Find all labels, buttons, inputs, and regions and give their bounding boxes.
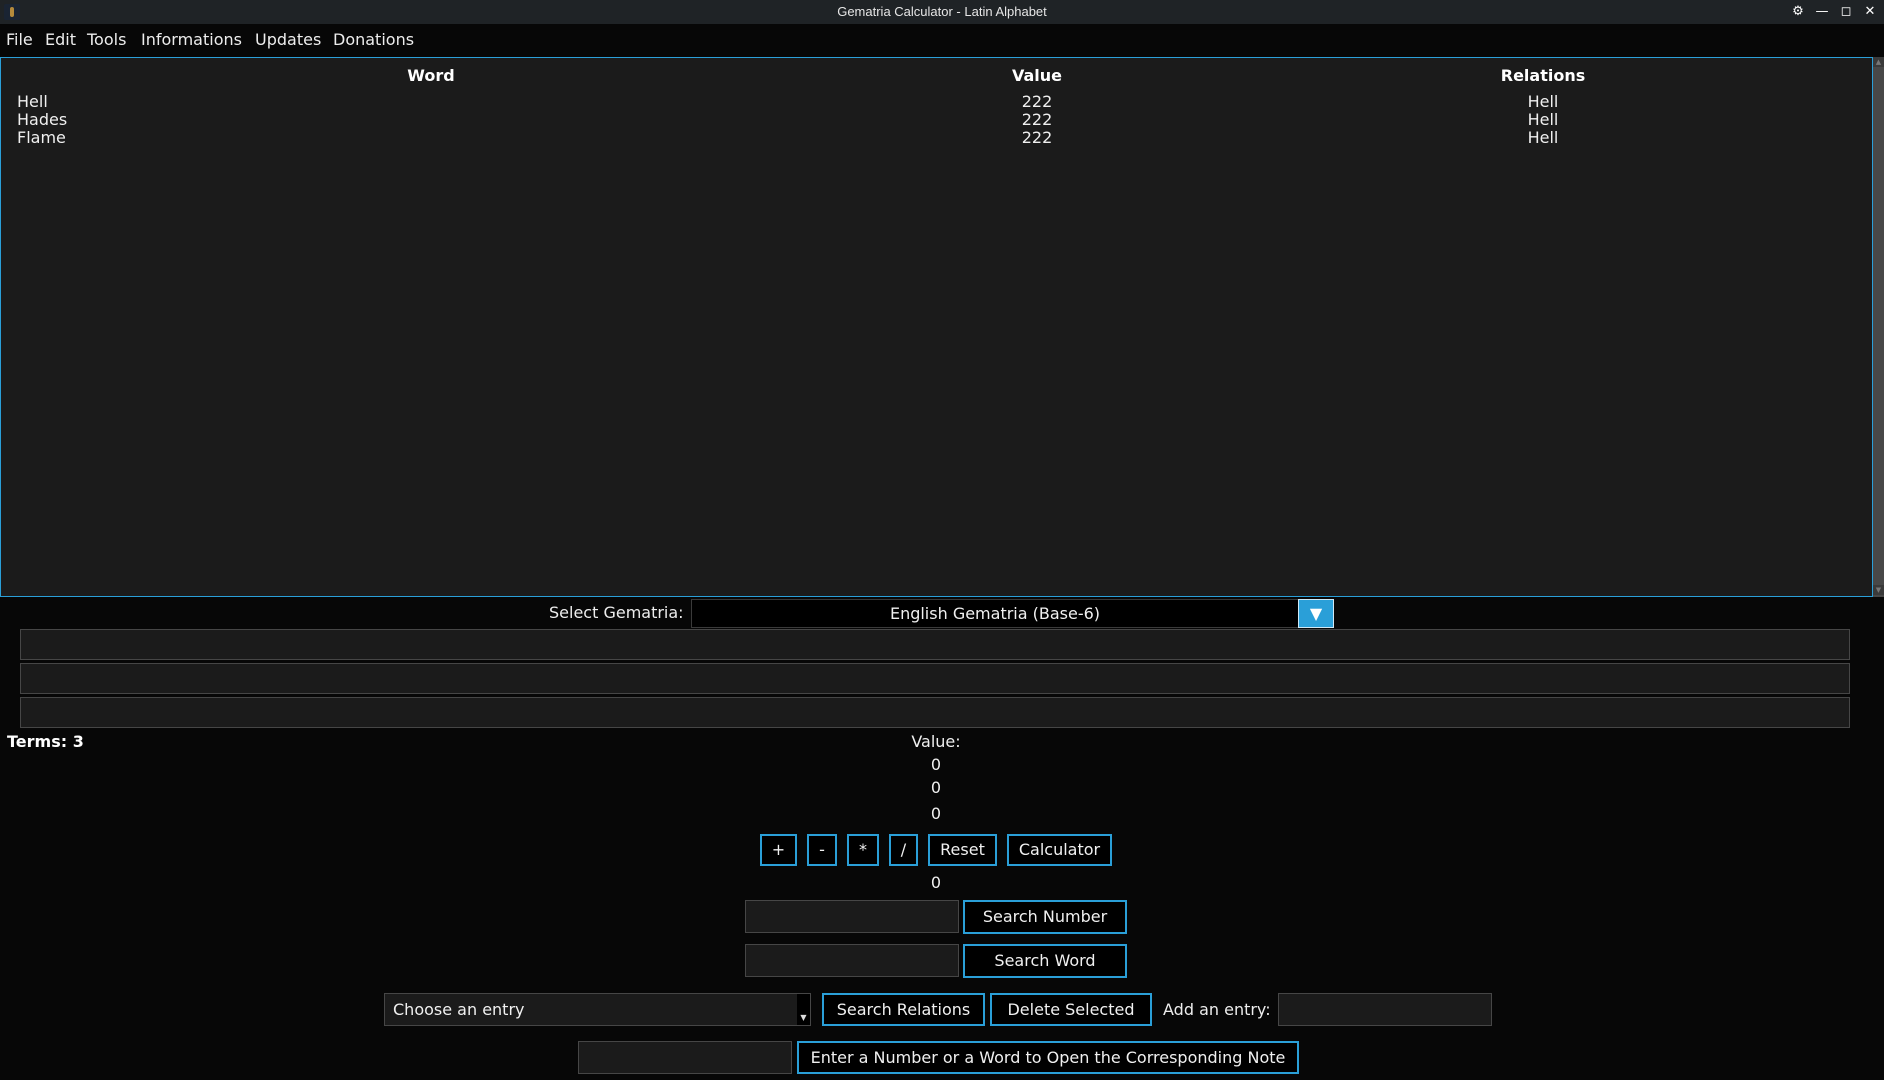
- dropdown-arrow-icon[interactable]: ▼: [1298, 599, 1334, 628]
- search-relations-button[interactable]: Search Relations: [822, 993, 985, 1026]
- result-value: 0: [930, 873, 942, 892]
- divide-button[interactable]: /: [889, 834, 918, 866]
- cell-value: 222: [1021, 110, 1053, 129]
- results-table[interactable]: Word Value Relations Hell 222 Hell Hades…: [0, 57, 1873, 597]
- table-scrollbar[interactable]: [1873, 57, 1884, 597]
- value-label: Value:: [911, 732, 961, 751]
- cell-word: Hell: [17, 92, 48, 111]
- term-input-3[interactable]: [20, 697, 1850, 728]
- term-input-1[interactable]: [20, 629, 1850, 660]
- menu-tools[interactable]: Tools: [87, 30, 126, 49]
- value-1: 0: [930, 755, 942, 774]
- settings-icon[interactable]: ⚙: [1788, 2, 1808, 22]
- select-gematria-label: Select Gematria:: [549, 603, 684, 622]
- gematria-dropdown[interactable]: English Gematria (Base-6): [691, 599, 1299, 628]
- delete-selected-button[interactable]: Delete Selected: [990, 993, 1152, 1026]
- maximize-icon[interactable]: ◻: [1836, 2, 1856, 22]
- term-input-2[interactable]: [20, 663, 1850, 694]
- search-number-input[interactable]: [745, 900, 959, 933]
- menu-informations[interactable]: Informations: [141, 30, 242, 49]
- plus-button[interactable]: +: [760, 834, 797, 866]
- menu-file[interactable]: File: [6, 30, 33, 49]
- value-2: 0: [930, 778, 942, 797]
- add-entry-label: Add an entry:: [1163, 1000, 1271, 1019]
- menu-donations[interactable]: Donations: [333, 30, 414, 49]
- search-number-button[interactable]: Search Number: [963, 900, 1127, 934]
- scroll-up-icon[interactable]: ▲: [1873, 57, 1884, 67]
- add-entry-input[interactable]: [1278, 993, 1492, 1026]
- combobox-placeholder: Choose an entry: [393, 1000, 525, 1019]
- window-title: Gematria Calculator - Latin Alphabet: [837, 4, 1047, 19]
- note-input[interactable]: [578, 1041, 792, 1074]
- close-icon[interactable]: ✕: [1860, 2, 1880, 22]
- multiply-button[interactable]: *: [847, 834, 879, 866]
- cell-relation: Hell: [1527, 128, 1559, 147]
- column-header-relations[interactable]: Relations: [1493, 66, 1593, 85]
- combobox-arrow-icon[interactable]: ▼: [797, 994, 810, 1025]
- cell-relation: Hell: [1527, 92, 1559, 111]
- cell-relation: Hell: [1527, 110, 1559, 129]
- search-word-input[interactable]: [745, 944, 959, 977]
- menu-bar: File Edit Tools Informations Updates Don…: [0, 24, 1884, 57]
- cell-word: Hades: [17, 110, 68, 129]
- cell-value: 222: [1021, 92, 1053, 111]
- minus-button[interactable]: -: [807, 834, 837, 866]
- search-word-button[interactable]: Search Word: [963, 944, 1127, 978]
- cell-value: 222: [1021, 128, 1053, 147]
- menu-edit[interactable]: Edit: [45, 30, 76, 49]
- entry-combobox[interactable]: Choose an entry ▼: [384, 993, 811, 1026]
- column-header-word[interactable]: Word: [381, 66, 481, 85]
- column-header-value[interactable]: Value: [987, 66, 1087, 85]
- reset-button[interactable]: Reset: [928, 834, 997, 866]
- cell-word: Flame: [17, 128, 66, 147]
- calculator-button[interactable]: Calculator: [1007, 834, 1112, 866]
- scroll-down-icon[interactable]: ▼: [1873, 585, 1884, 595]
- menu-updates[interactable]: Updates: [255, 30, 321, 49]
- value-3: 0: [930, 804, 942, 823]
- open-note-button[interactable]: Enter a Number or a Word to Open the Cor…: [797, 1041, 1299, 1074]
- minimize-icon[interactable]: —: [1812, 2, 1832, 22]
